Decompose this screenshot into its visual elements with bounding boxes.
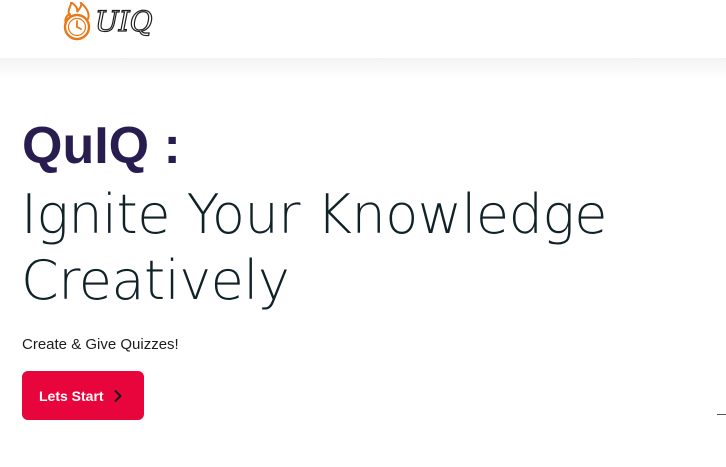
hero-subtitle: Create & Give Quizzes! — [22, 336, 179, 353]
lets-start-button[interactable]: Lets Start — [22, 371, 144, 420]
chevron-right-icon — [114, 389, 122, 402]
logo-link[interactable]: UIQ — [60, 2, 153, 42]
logo-wordmark: UIQ — [94, 4, 153, 38]
hero-brand-title: QuIQ : — [22, 117, 181, 175]
edge-divider — [717, 414, 726, 415]
top-nav-bar: UIQ — [0, 0, 726, 58]
lets-start-label: Lets Start — [39, 387, 104, 404]
flaming-clock-icon — [63, 2, 91, 41]
page: UIQ QuIQ : Ignite Your Knowledge Creativ… — [0, 0, 726, 467]
header-shadow — [0, 58, 726, 80]
hero-tagline: Ignite Your Knowledge Creatively — [21, 183, 608, 312]
